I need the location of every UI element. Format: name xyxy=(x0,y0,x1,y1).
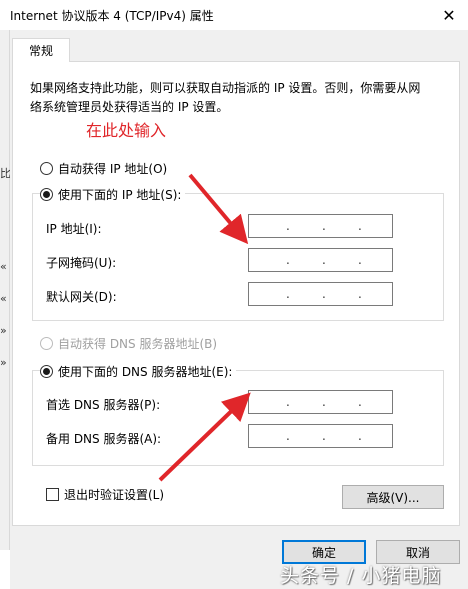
background-window-text: » xyxy=(0,356,7,369)
alternate-dns-input[interactable]: ... xyxy=(248,424,393,448)
tab-general[interactable]: 常规 xyxy=(12,38,70,62)
radio-auto-ip-label: 自动获得 IP 地址(O) xyxy=(58,162,168,176)
advanced-button[interactable]: 高级(V)... xyxy=(342,485,444,509)
background-window-text: « xyxy=(0,292,7,305)
background-window-text: » xyxy=(0,324,7,337)
radio-manual-ip[interactable]: 使用下面的 IP 地址(S): xyxy=(40,186,186,203)
close-icon[interactable]: ✕ xyxy=(430,0,468,30)
radio-manual-ip-label: 使用下面的 IP 地址(S): xyxy=(58,188,182,202)
subnet-mask-input[interactable]: ... xyxy=(248,248,393,272)
description-text: 如果网络支持此功能，则可以获取自动指派的 IP 设置。否则，你需要从网络系统管理… xyxy=(30,81,421,114)
radio-manual-dns[interactable]: 使用下面的 DNS 服务器地址(E): xyxy=(40,363,237,380)
default-gateway-label: 默认网关(D): xyxy=(46,290,117,304)
checkbox-box-icon xyxy=(46,488,59,501)
radio-auto-dns[interactable]: 自动获得 DNS 服务器地址(B) xyxy=(40,335,217,352)
subnet-mask-label: 子网掩码(U): xyxy=(46,256,117,270)
preferred-dns-input[interactable]: ... xyxy=(248,390,393,414)
radio-auto-dns-label: 自动获得 DNS 服务器地址(B) xyxy=(58,337,218,351)
radio-manual-dns-label: 使用下面的 DNS 服务器地址(E): xyxy=(58,365,233,379)
alternate-dns-label: 备用 DNS 服务器(A): xyxy=(46,432,162,446)
validate-on-exit-checkbox[interactable]: 退出时验证设置(L) xyxy=(46,486,164,503)
radio-selected-icon xyxy=(40,365,53,378)
radio-auto-ip[interactable]: 自动获得 IP 地址(O) xyxy=(40,160,167,177)
preferred-dns-label: 首选 DNS 服务器(P): xyxy=(46,398,161,412)
watermark-text: 头条号 / 小猪电脑 xyxy=(280,565,442,587)
background-window-text: « xyxy=(0,260,7,273)
ip-address-label: IP 地址(I): xyxy=(46,222,102,236)
radio-circle-icon xyxy=(40,162,53,175)
radio-selected-icon xyxy=(40,188,53,201)
validate-on-exit-label: 退出时验证设置(L) xyxy=(64,488,165,502)
title-bar: Internet 协议版本 4 (TCP/IPv4) 属性 ✕ xyxy=(0,0,468,30)
background-window: 比 « « » » xyxy=(0,30,11,550)
annotation-text: 在此处输入 xyxy=(86,121,167,140)
ip-address-input[interactable]: ... xyxy=(248,214,393,238)
default-gateway-input[interactable]: ... xyxy=(248,282,393,306)
radio-circle-icon xyxy=(40,337,53,350)
dns-groupbox xyxy=(32,370,444,466)
window-title: Internet 协议版本 4 (TCP/IPv4) 属性 xyxy=(10,9,214,23)
